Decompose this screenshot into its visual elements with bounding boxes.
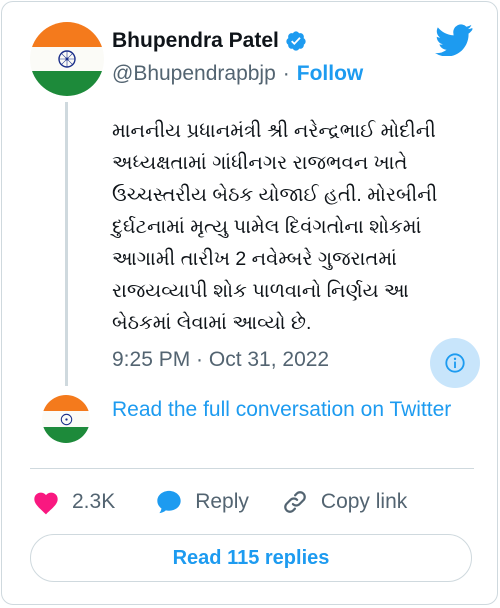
author-name-row[interactable]: Bhupendra Patel [112, 29, 307, 53]
verified-badge-icon [286, 31, 306, 51]
read-replies-button[interactable]: Read 115 replies [30, 534, 472, 582]
tweet-embed-card: Bhupendra Patel @Bhupendrapbjp · Follow … [1, 1, 498, 605]
author-handle[interactable]: @Bhupendrapbjp [112, 62, 276, 86]
info-button[interactable] [430, 338, 480, 388]
conversation-avatar[interactable] [42, 395, 90, 443]
actions-divider [30, 468, 474, 469]
author-avatar[interactable] [30, 22, 104, 96]
heart-icon [34, 492, 58, 515]
tweet-timestamp[interactable]: 9:25 PM · Oct 31, 2022 [112, 348, 329, 372]
copy-link-label: Copy link [320, 490, 408, 513]
like-action[interactable]: 2.3K [32, 489, 115, 515]
twitter-bird-icon[interactable] [435, 24, 473, 56]
tweet-actions-bar: 2.3K Reply Copy link [30, 484, 407, 520]
ashoka-chakra-icon [58, 50, 76, 68]
author-handle-row: @Bhupendrapbjp · Follow [112, 62, 363, 86]
copy-link-action[interactable]: Copy link [281, 488, 407, 516]
info-icon [445, 353, 465, 373]
follow-button[interactable]: Follow [297, 62, 364, 86]
reply-bubble-icon [157, 490, 181, 514]
author-display-name[interactable]: Bhupendra Patel [112, 29, 279, 53]
tweet-body-text: માનનીય પ્રધાનમંત્રી શ્રી નરેન્દ્રભાઈ મોદ… [112, 120, 438, 334]
link-icon [284, 491, 306, 513]
dot-separator: · [282, 62, 290, 85]
like-count: 2.3K [72, 490, 116, 513]
indian-flag-image [30, 22, 104, 96]
reply-label: Reply [195, 490, 249, 513]
read-full-conversation-link[interactable]: Read the full conversation on Twitter [112, 395, 452, 425]
ashoka-chakra-icon [60, 413, 72, 425]
reply-action[interactable]: Reply [155, 488, 249, 516]
indian-flag-image-small [42, 395, 90, 443]
thread-connector-line [65, 102, 68, 386]
